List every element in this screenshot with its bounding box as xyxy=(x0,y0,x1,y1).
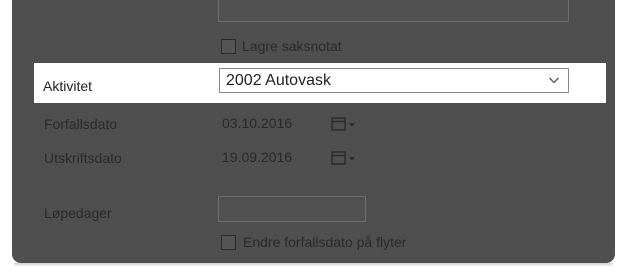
activity-select-value: 2002 Autovask xyxy=(226,72,331,89)
print-date-field[interactable]: 19.09.2016 xyxy=(222,149,292,165)
dropdown-arrow-icon xyxy=(349,157,355,161)
calendar-icon[interactable] xyxy=(331,150,361,166)
activity-label: Aktivitet xyxy=(43,78,93,94)
due-date-field[interactable]: 03.10.2016 xyxy=(222,115,292,131)
dimmed-form-panel: Lagre saksnotat Forfallsdato 03.10.2016 … xyxy=(12,0,615,263)
save-note-checkbox[interactable] xyxy=(221,39,236,54)
change-due-date-label: Endre forfallsdato på flyter xyxy=(243,234,407,250)
save-note-label: Lagre saksnotat xyxy=(242,38,342,54)
running-days-field[interactable] xyxy=(218,196,366,222)
activity-select[interactable]: 2002 Autovask xyxy=(219,68,569,93)
due-date-label: Forfallsdato xyxy=(44,116,118,132)
panel-shadow xyxy=(14,263,613,267)
dropdown-arrow-icon xyxy=(349,123,355,127)
print-date-label: Utskriftsdato xyxy=(44,150,122,166)
calendar-icon[interactable] xyxy=(331,116,361,132)
change-due-date-checkbox[interactable] xyxy=(221,235,236,250)
notes-textarea[interactable] xyxy=(218,0,569,22)
running-days-label: Løpedager xyxy=(44,205,112,221)
chevron-down-icon[interactable] xyxy=(548,75,560,85)
activity-row-highlight: Aktivitet 2002 Autovask xyxy=(34,63,606,103)
